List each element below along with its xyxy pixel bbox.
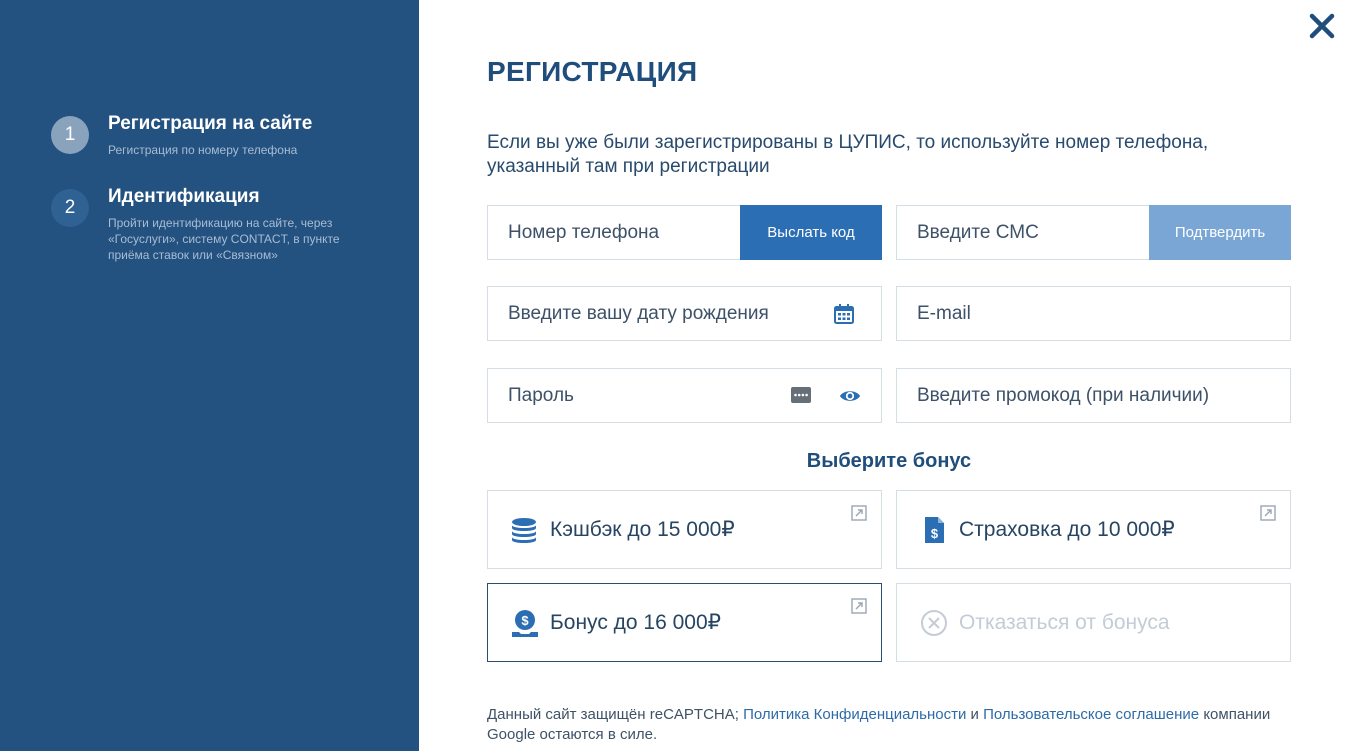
external-link-icon[interactable] [1260,505,1276,521]
step-description: Регистрация по номеру телефона [108,143,298,157]
promo-placeholder[interactable]: Введите промокод (при наличии) [917,369,1209,422]
recaptcha-notice: Данный сайт защищён reCAPTCHA; Политика … [487,705,1287,745]
svg-text:$: $ [521,613,529,628]
password-placeholder[interactable]: Пароль [508,369,574,422]
confirm-button[interactable]: Подтвердить [1149,205,1291,260]
footer-text: Данный сайт защищён reCAPTCHA; [487,706,744,723]
close-icon[interactable] [1306,10,1338,42]
sms-code-field[interactable]: Введите СМС Подтвердить [896,205,1291,260]
bonus-option-bonus[interactable]: $ Бонус до 16 000₽ [487,583,882,662]
bonus-heading: Выберите бонус [806,450,972,472]
step-number: 2 [51,189,89,227]
birthdate-placeholder[interactable]: Введите вашу дату рождения [508,287,769,340]
external-link-icon[interactable] [851,505,867,521]
bonus-option-decline[interactable]: Отказаться от бонуса [896,583,1291,662]
external-link-icon[interactable] [851,598,867,614]
email-field[interactable]: E-mail [896,286,1291,341]
page-title: РЕГИСТРАЦИЯ [487,56,698,87]
step-title: Идентификация [108,186,260,207]
footer-and: и [966,706,984,723]
bonus-label: Страховка до 10 000₽ [959,518,1175,541]
coins-icon [512,518,536,543]
phone-placeholder[interactable]: Номер телефона [508,206,659,259]
svg-text:$: $ [931,526,939,541]
step-title: Регистрация на сайте [108,113,313,134]
step-number: 1 [51,116,89,154]
password-generator-icon[interactable] [790,384,812,406]
step-description: Пройти идентификацию на сайте, через «Го… [108,216,340,262]
money-bag-icon: $ [512,610,538,637]
terms-link[interactable]: Пользовательское соглашение [983,706,1199,723]
bonus-option-cashback[interactable]: Кэшбэк до 15 000₽ [487,490,882,569]
bonus-option-insurance[interactable]: $ Страховка до 10 000₽ [896,490,1291,569]
insurance-document-icon: $ [925,517,944,543]
sms-placeholder[interactable]: Введите СМС [917,206,1039,259]
phone-field[interactable]: Номер телефона Выслать код [487,205,882,260]
eye-icon[interactable] [839,385,861,407]
sidebar: 1 Регистрация на сайте Регистрация по но… [0,0,419,751]
info-text: Если вы уже были зарегистрированы в ЦУПИ… [487,132,1209,177]
close-button[interactable] [1306,10,1338,42]
birthdate-field[interactable]: Введите вашу дату рождения [487,286,882,341]
email-placeholder[interactable]: E-mail [917,287,971,340]
bonus-label: Кэшбэк до 15 000₽ [550,518,735,541]
bonus-label: Бонус до 16 000₽ [550,611,722,634]
promo-code-field[interactable]: Введите промокод (при наличии) [896,368,1291,423]
password-field[interactable]: Пароль [487,368,882,423]
bonus-label: Отказаться от бонуса [959,611,1170,634]
cancel-circle-icon [921,610,947,636]
calendar-icon[interactable] [833,303,855,325]
send-code-button[interactable]: Выслать код [740,205,882,260]
privacy-policy-link[interactable]: Политика Конфиденциальности [743,706,966,723]
